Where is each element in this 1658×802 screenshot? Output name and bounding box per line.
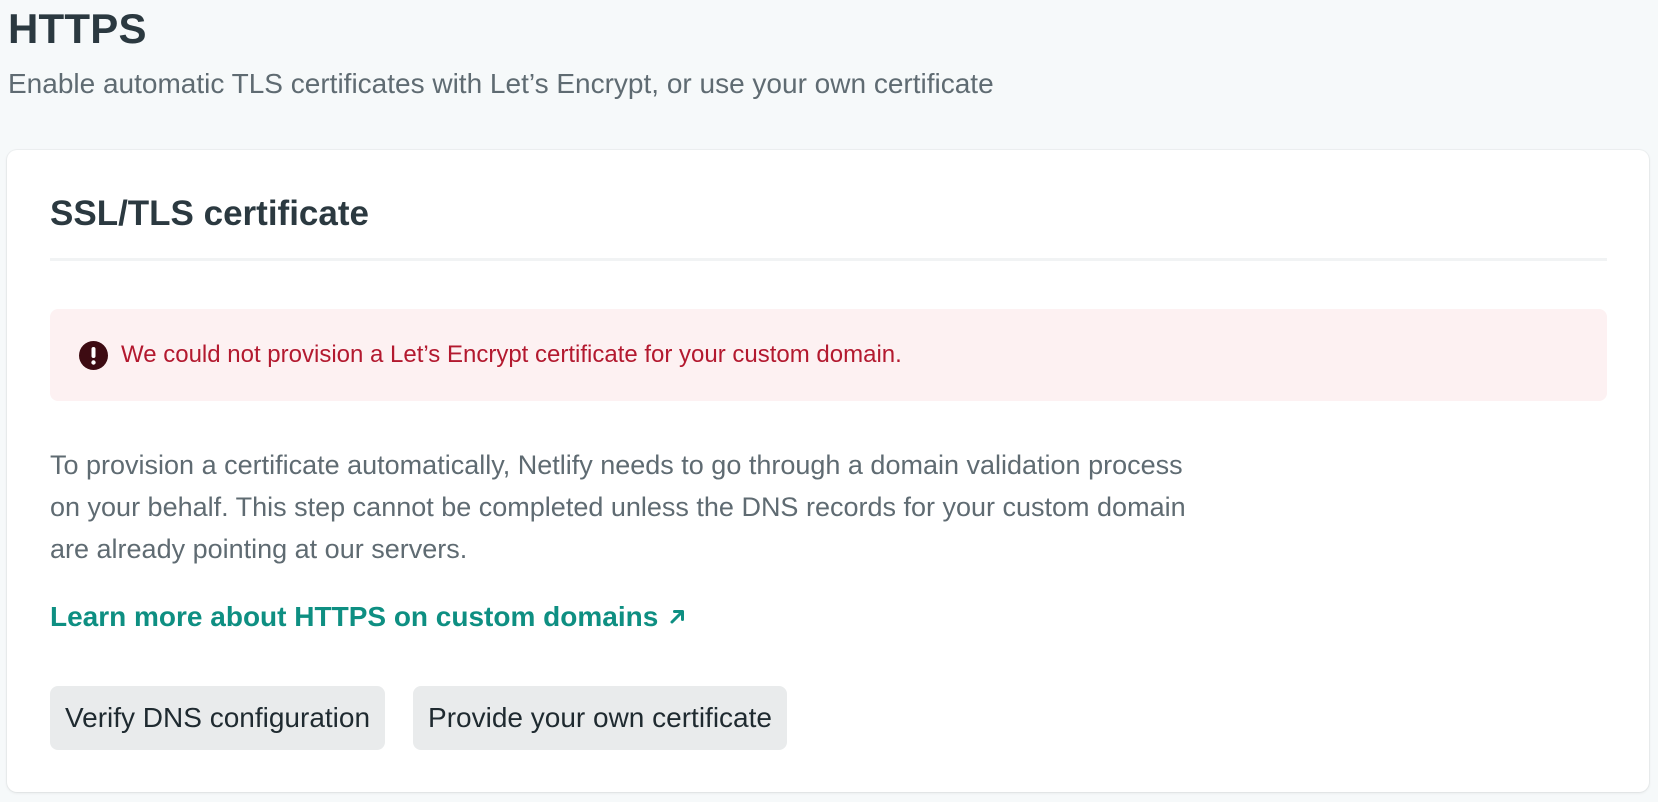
page-header: HTTPS Enable automatic TLS certificates …	[8, 0, 994, 102]
verify-dns-button[interactable]: Verify DNS configuration	[50, 686, 386, 750]
provide-own-certificate-button[interactable]: Provide your own certificate	[413, 686, 787, 750]
exclamation-circle-icon	[79, 340, 108, 370]
action-buttons: Verify DNS configuration Provide your ow…	[50, 686, 815, 750]
card-divider	[50, 258, 1607, 261]
learn-more-https-link[interactable]: Learn more about HTTPS on custom domains	[50, 599, 686, 635]
ssl-tls-certificate-card: SSL/TLS certificate We could not provisi…	[7, 150, 1649, 792]
alert-message: We could not provision a Let’s Encrypt c…	[121, 341, 902, 368]
description-text: To provision a certificate automatically…	[50, 450, 1186, 564]
page-title: HTTPS	[8, 5, 147, 52]
error-alert: We could not provision a Let’s Encrypt c…	[50, 309, 1607, 401]
learn-more-link-label: Learn more about HTTPS on custom domains	[50, 601, 659, 632]
external-arrow-icon	[668, 608, 686, 626]
page-subtitle: Enable automatic TLS certificates with L…	[8, 68, 994, 99]
card-title: SSL/TLS certificate	[50, 194, 369, 233]
